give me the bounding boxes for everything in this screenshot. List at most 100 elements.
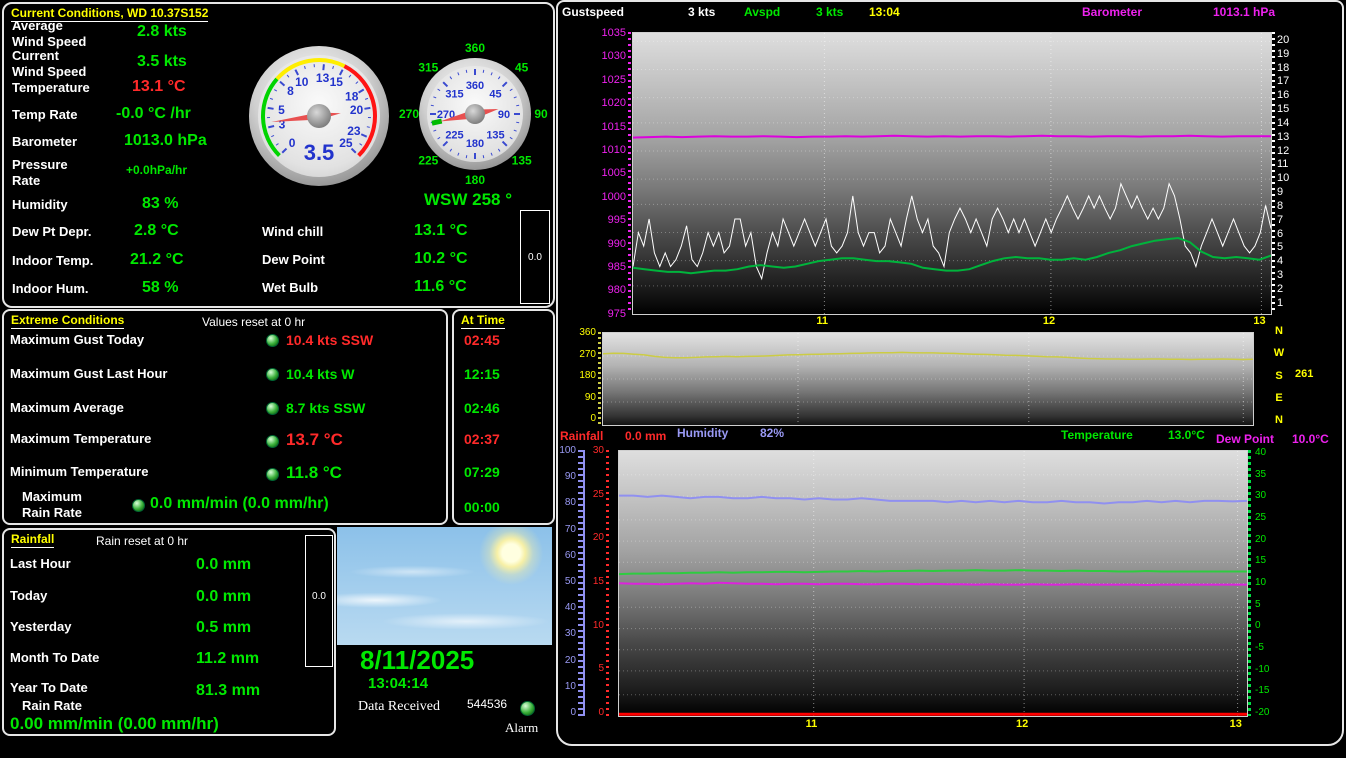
axis-tick-label: 10 bbox=[593, 621, 604, 631]
axis-tick-label: 30 bbox=[1255, 491, 1266, 501]
axis-tick-label: 10 bbox=[1277, 173, 1289, 184]
temperature-axis-labels: 4035302520151050-5-10-15-20 bbox=[1255, 448, 1281, 718]
temp-rate-label: Temp Rate bbox=[12, 107, 78, 123]
axis-tick-label: 30 bbox=[593, 446, 604, 456]
wind-speed-gauge[interactable]: 0358101315182023253.5 bbox=[244, 41, 394, 191]
rain-level-bar: 0.0 bbox=[520, 210, 550, 304]
wind-direction-text: WSW 258 ° bbox=[424, 190, 512, 210]
axis-tick-label: -20 bbox=[1255, 708, 1269, 718]
axis-tick-label: 1015 bbox=[602, 122, 626, 133]
at-time-panel: At Time 02:45 12:15 02:46 02:37 07:29 00… bbox=[452, 309, 555, 525]
axis-tick-label: 0 bbox=[590, 414, 596, 424]
svg-text:10: 10 bbox=[295, 75, 309, 89]
svg-text:13: 13 bbox=[316, 71, 330, 85]
rainfall-panel: Rainfall Rain reset at 0 hr Last Hour 0.… bbox=[2, 528, 336, 736]
barometer-header-label: Barometer bbox=[1082, 5, 1142, 19]
avspd-header-value: 3 kts bbox=[816, 5, 843, 19]
last-hour-value: 0.0 mm bbox=[196, 556, 251, 574]
axis-tick-label: 17 bbox=[1277, 76, 1289, 87]
axis-tick-label: -5 bbox=[1255, 643, 1264, 653]
wet-bulb-label: Wet Bulb bbox=[262, 280, 318, 296]
sky-condition-image[interactable] bbox=[337, 527, 552, 645]
rain-reset-note: Rain reset at 0 hr bbox=[96, 534, 188, 548]
svg-text:270: 270 bbox=[399, 107, 419, 121]
axis-tick-label: 270 bbox=[579, 350, 596, 360]
svg-text:45: 45 bbox=[515, 60, 529, 74]
axis-tick-label: N bbox=[1275, 326, 1283, 337]
humidity-legend-value: 82% bbox=[760, 426, 784, 440]
axis-tick-label: 1020 bbox=[602, 98, 626, 109]
axis-tick-label: 1000 bbox=[602, 192, 626, 203]
indoor-hum-label: Indoor Hum. bbox=[12, 281, 89, 297]
svg-text:15: 15 bbox=[330, 75, 344, 89]
rainfall-title: Rainfall bbox=[11, 532, 54, 548]
barometer-axis-ticks bbox=[628, 32, 631, 314]
axis-tick-label: 100 bbox=[559, 446, 576, 456]
svg-text:18: 18 bbox=[345, 90, 359, 104]
svg-text:180: 180 bbox=[466, 138, 484, 150]
indoor-hum-value: 58 % bbox=[142, 279, 178, 297]
max-gust-today-label: Maximum Gust Today bbox=[10, 332, 144, 348]
max-temperature-value: 13.7 °C bbox=[286, 430, 343, 450]
axis-tick-label: -10 bbox=[1255, 665, 1269, 675]
charts-panel: Gustspeed 3 kts Avspd 3 kts 13:04 Barome… bbox=[556, 0, 1344, 746]
axis-tick-label: 0 bbox=[570, 708, 576, 718]
axis-tick-label: 20 bbox=[593, 533, 604, 543]
temperature-legend-value: 13.0°C bbox=[1168, 428, 1205, 442]
windspeed-axis-labels: 2019181716151413121110987654321 bbox=[1277, 35, 1299, 309]
axis-tick-label: 975 bbox=[608, 309, 626, 320]
at-time-value: 00:00 bbox=[464, 499, 500, 515]
axis-tick-label: 980 bbox=[608, 285, 626, 296]
extreme-conditions-title: Extreme Conditions bbox=[11, 313, 124, 329]
axis-tick-label: N bbox=[1275, 415, 1283, 426]
axis-tick-label: 5 bbox=[1255, 600, 1261, 610]
humidity-axis-labels: 1009080706050403020100 bbox=[558, 446, 576, 718]
hour-tick-label: 12 bbox=[1016, 718, 1028, 730]
temperature-axis-ticks bbox=[1248, 450, 1251, 716]
svg-text:225: 225 bbox=[418, 154, 438, 168]
axis-tick-label: 985 bbox=[608, 262, 626, 273]
at-time-value: 12:15 bbox=[464, 366, 500, 382]
data-received-count: 544536 bbox=[467, 697, 507, 711]
direction-axis-labels: 360270180900 bbox=[570, 328, 596, 424]
wind-chill-value: 13.1 °C bbox=[414, 222, 468, 240]
axis-tick-label: 30 bbox=[565, 629, 576, 639]
humidity-legend-label: Humidity bbox=[677, 426, 728, 440]
axis-tick-label: 60 bbox=[565, 551, 576, 561]
at-time-value: 02:37 bbox=[464, 431, 500, 447]
axis-tick-label: 1010 bbox=[602, 145, 626, 156]
date-display: 8/11/2025 bbox=[360, 645, 474, 676]
axis-tick-label: 2 bbox=[1277, 284, 1283, 295]
rain-level-bar-value: 0.0 bbox=[521, 252, 549, 263]
axis-tick-label: W bbox=[1274, 348, 1284, 359]
axis-tick-label: 50 bbox=[565, 577, 576, 587]
wind-direction-compass[interactable]: 3604590135180225270315360459013518022527… bbox=[390, 29, 560, 199]
rain-axis-ticks bbox=[606, 450, 609, 716]
cur-wind-value: 3.5 kts bbox=[137, 53, 187, 71]
axis-tick-label: S bbox=[1275, 371, 1282, 382]
direction-axis-ticks bbox=[598, 332, 601, 424]
svg-text:45: 45 bbox=[489, 88, 501, 100]
axis-tick-label: 8 bbox=[1277, 201, 1283, 212]
hour-tick-label: 12 bbox=[1043, 315, 1055, 327]
svg-text:3.5: 3.5 bbox=[304, 140, 335, 165]
axis-tick-label: 40 bbox=[565, 603, 576, 613]
axis-tick-label: 18 bbox=[1277, 63, 1289, 74]
svg-text:135: 135 bbox=[486, 130, 504, 142]
weather-display-app: Current Conditions, WD 10.37S152 Average… bbox=[0, 0, 1346, 758]
axis-tick-label: 7 bbox=[1277, 215, 1283, 226]
wind-direction-chart[interactable] bbox=[602, 332, 1254, 426]
axis-tick-label: 0 bbox=[1255, 621, 1261, 631]
axis-tick-label: 0 bbox=[598, 708, 604, 718]
svg-text:315: 315 bbox=[445, 88, 463, 100]
temperature-value: 13.1 °C bbox=[132, 78, 186, 96]
gustspeed-chart[interactable] bbox=[632, 32, 1272, 315]
wind-chill-label: Wind chill bbox=[262, 224, 323, 240]
hour-tick-label: 11 bbox=[806, 718, 818, 730]
status-led bbox=[266, 435, 279, 448]
rain-gauge-bar: 0.0 bbox=[305, 535, 333, 667]
multi-series-chart[interactable] bbox=[618, 450, 1248, 717]
top-chart-hour-labels: 111213 bbox=[632, 315, 1270, 328]
chart-time-label: 13:04 bbox=[869, 5, 900, 19]
yesterday-value: 0.5 mm bbox=[196, 619, 251, 637]
